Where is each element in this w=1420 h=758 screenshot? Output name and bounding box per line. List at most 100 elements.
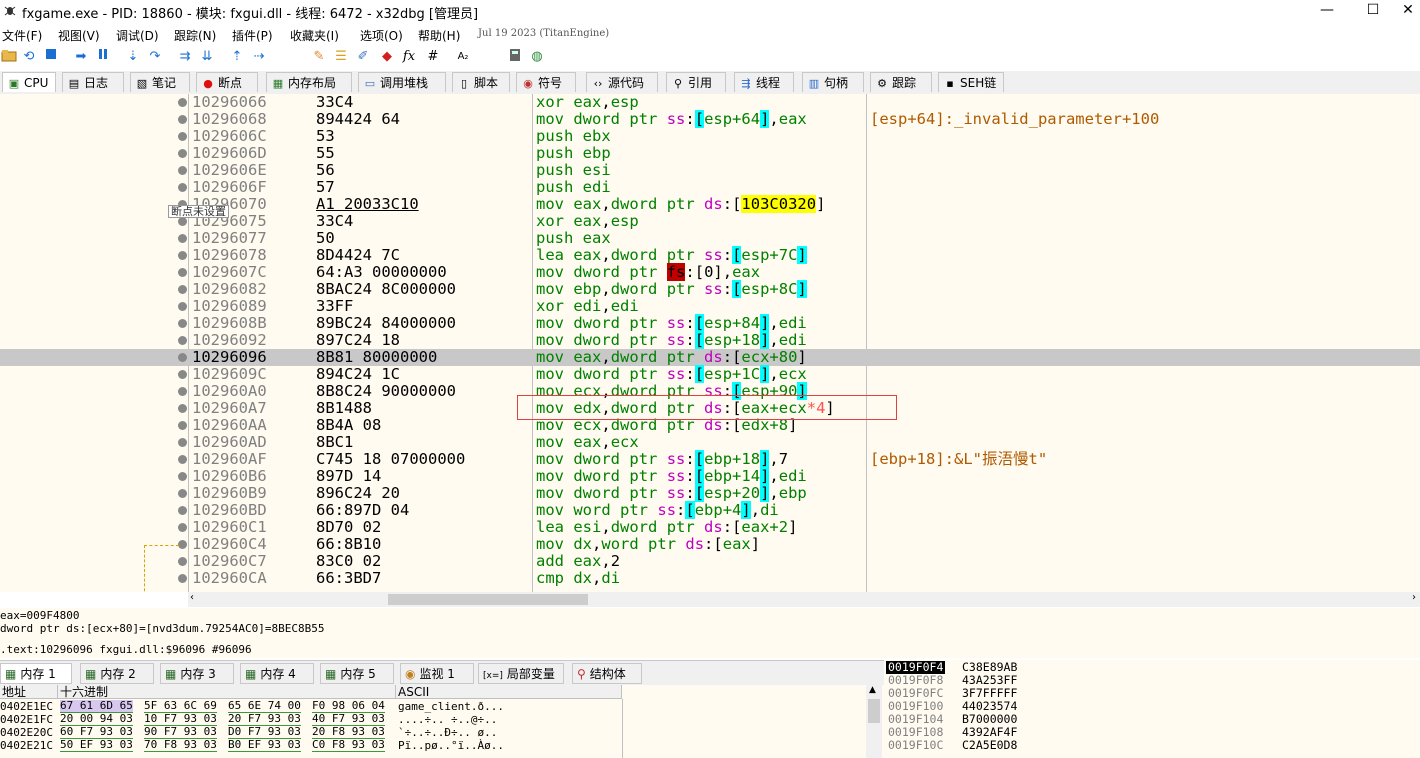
breakpoint-dot-icon[interactable] xyxy=(178,166,187,175)
breakpoint-dot-icon[interactable] xyxy=(178,506,187,515)
tab-memory-3[interactable]: ▦ 内存 3 xyxy=(160,663,234,684)
disasm-row[interactable]: 10296082 8BAC24 8C000000 mov ebp,dword ptr… xyxy=(0,280,1420,298)
disasm-row[interactable]: 10296077 50 push eax xyxy=(0,230,1420,247)
scroll-right-icon[interactable]: › xyxy=(1412,592,1416,603)
tab-locals[interactable]: [x=] 局部变量 xyxy=(478,663,564,684)
tab-threads[interactable]: ⇶ 线程 xyxy=(734,72,794,92)
pause-icon[interactable] xyxy=(94,48,112,66)
step-over-icon[interactable]: ↷ xyxy=(146,48,164,66)
breakpoint-dot-icon[interactable] xyxy=(178,336,187,345)
minimize-button[interactable]: — xyxy=(1304,0,1350,22)
disasm-row[interactable]: 10296089 33FF xor edi,edi xyxy=(0,298,1420,315)
menu-debug[interactable]: 调试(D) xyxy=(116,27,159,44)
tab-memory-1[interactable]: ▦ 内存 1 xyxy=(0,663,72,684)
breakpoint-dot-icon[interactable] xyxy=(178,455,187,464)
breakpoint-dot-icon[interactable] xyxy=(178,98,187,107)
disasm-row[interactable]: 1029607C 64:A3 00000000 mov dword ptr fs:[… xyxy=(0,263,1420,281)
disasm-row[interactable]: 10296068 894424 64 mov dword ptr ss:[esp+6… xyxy=(0,110,1420,128)
disasm-row[interactable]: 102960CA 66:3BD7 cmp dx,di xyxy=(0,570,1420,587)
restart-icon[interactable]: ⟲ xyxy=(20,48,38,66)
dump-header-hex[interactable]: 十六进制 xyxy=(58,685,396,699)
menu-view[interactable]: 视图(V) xyxy=(58,27,100,44)
function-icon[interactable]: fx xyxy=(400,48,418,66)
tab-breakpoints[interactable]: ● 断点 xyxy=(196,72,258,92)
tab-cpu[interactable]: ▣ CPU xyxy=(2,72,56,92)
dump-ascii[interactable]: ....÷.. ÷..@÷.. xyxy=(398,713,497,726)
disasm-row[interactable]: 10296066 33C4 xor eax,esp xyxy=(0,94,1420,111)
stop-icon[interactable] xyxy=(42,48,60,66)
menu-file[interactable]: 文件(F) xyxy=(2,27,42,44)
breakpoint-dot-icon[interactable] xyxy=(178,217,187,226)
breakpoint-dot-icon[interactable] xyxy=(178,557,187,566)
breakpoint-dot-icon[interactable] xyxy=(178,234,187,243)
dump-hex-group[interactable]: 70 F8 93 03 xyxy=(144,739,217,752)
tab-struct[interactable]: ⚲ 结构体 xyxy=(572,663,642,684)
step-into-icon[interactable]: ⇣ xyxy=(124,48,142,66)
disasm-row[interactable]: 1029606E 56 push esi xyxy=(0,162,1420,179)
dump-ascii[interactable]: `÷..÷..Ð÷.. ø.. xyxy=(398,726,497,739)
disasm-row[interactable]: 102960AD 8BC1 mov eax,ecx xyxy=(0,434,1420,451)
breakpoint-dot-icon[interactable] xyxy=(178,489,187,498)
patch-icon[interactable]: ✎ xyxy=(310,48,328,66)
dump-header-ascii[interactable]: ASCII xyxy=(396,685,622,699)
tab-symbols[interactable]: ◉ 符号 xyxy=(516,72,576,92)
dump-hex-group[interactable]: B0 EF 93 03 xyxy=(228,739,301,752)
font-icon[interactable]: A₂ xyxy=(454,48,472,66)
label-icon[interactable]: ✐ xyxy=(354,48,372,66)
dump-hex-group[interactable]: C0 F8 93 03 xyxy=(312,739,385,752)
hash-icon[interactable]: # xyxy=(424,48,442,66)
disasm-row[interactable]: 1029606F 57 push edi xyxy=(0,179,1420,196)
dump-ascii[interactable]: Pï..pø..°ï..Àø.. xyxy=(398,739,504,752)
breakpoint-dot-icon[interactable] xyxy=(178,149,187,158)
disasm-row[interactable]: 102960C1 8D70 02 lea esi,dword ptr ds:[eax… xyxy=(0,519,1420,536)
breakpoint-dot-icon[interactable] xyxy=(178,183,187,192)
breakpoint-dot-icon[interactable] xyxy=(178,404,187,413)
breakpoint-dot-icon[interactable] xyxy=(178,115,187,124)
breakpoint-dot-icon[interactable] xyxy=(178,472,187,481)
dump-row[interactable]: 0402E21C 50 EF 93 03 70 F8 93 03 B0 EF 93 0… xyxy=(0,739,866,752)
disasm-row[interactable]: 1029606C 53 push ebx xyxy=(0,128,1420,145)
tab-memory-5[interactable]: ▦ 内存 5 xyxy=(320,663,394,684)
disasm-row[interactable]: 10296078 8D4424 7C lea eax,dword ptr ss:[e… xyxy=(0,246,1420,264)
scrollbar-thumb[interactable] xyxy=(868,699,880,723)
tab-memory-map[interactable]: ▦ 内存布局 xyxy=(266,72,352,92)
tab-call-stack[interactable]: ▭ 调用堆栈 xyxy=(358,72,446,92)
breakpoint-dot-icon[interactable] xyxy=(178,251,187,260)
disasm-row[interactable]: 1029609C 894C24 1C mov dword ptr ss:[esp+1… xyxy=(0,365,1420,383)
scroll-up-icon[interactable]: ▲ xyxy=(869,685,876,695)
tab-references[interactable]: ⚲ 引用 xyxy=(666,72,726,92)
breakpoint-dot-icon[interactable] xyxy=(178,370,187,379)
disasm-row[interactable]: 102960B6 897D 14 mov dword ptr ss:[ebp+14]… xyxy=(0,467,1420,485)
tab-script[interactable]: ▯ 脚本 xyxy=(452,72,510,92)
tab-watch-1[interactable]: ◉ 监视 1 xyxy=(400,663,474,684)
disasm-row[interactable]: 10296096 8B81 80000000 mov eax,dword ptr d… xyxy=(0,349,1420,366)
tab-handles[interactable]: ▥ 句柄 xyxy=(802,72,864,92)
disasm-row[interactable]: 10296092 897C24 18 mov dword ptr ss:[esp+1… xyxy=(0,331,1420,349)
menu-plugins[interactable]: 插件(P) xyxy=(232,27,273,44)
breakpoint-dot-icon[interactable] xyxy=(178,319,187,328)
tab-trace[interactable]: ⚙ 跟踪 xyxy=(870,72,932,92)
breakpoint-dot-icon[interactable] xyxy=(178,132,187,141)
scroll-left-icon[interactable]: ‹ xyxy=(190,592,194,603)
tab-source[interactable]: ‹› 源代码 xyxy=(586,72,658,92)
breakpoint-dot-icon[interactable] xyxy=(178,438,187,447)
breakpoint-dot-icon[interactable] xyxy=(178,523,187,532)
breakpoint-dot-icon[interactable] xyxy=(178,353,187,362)
menu-trace[interactable]: 跟踪(N) xyxy=(174,27,216,44)
tab-seh-chain[interactable]: ▪ SEH链 xyxy=(938,72,1004,92)
globe-icon[interactable]: ◍ xyxy=(528,48,546,66)
open-icon[interactable] xyxy=(0,48,18,66)
run-to-user-code-icon[interactable]: ⇢ xyxy=(250,48,268,66)
dump-scrollbar[interactable]: ▲ xyxy=(866,685,882,758)
dump-ascii[interactable]: game_client.ð... xyxy=(398,700,504,713)
tab-memory-4[interactable]: ▦ 内存 4 xyxy=(240,663,314,684)
scrollbar-thumb[interactable] xyxy=(388,594,588,605)
breakpoint-dot-icon[interactable] xyxy=(178,285,187,294)
bookmark-icon[interactable]: ◆ xyxy=(378,48,396,66)
disasm-row[interactable]: 102960AF C745 18 07000000 mov dword ptr ss… xyxy=(0,450,1420,468)
stack-view[interactable]: 0019F0F4 C38E89AB 0019F0F8 43A253FF 0019F0FC… xyxy=(884,660,1420,758)
dump-hex-group[interactable]: 50 EF 93 03 xyxy=(60,739,133,752)
trace-over-icon[interactable]: ⇊ xyxy=(198,48,216,66)
trace-into-icon[interactable]: ⇉ xyxy=(176,48,194,66)
dump-header-address[interactable]: 地址 xyxy=(0,685,58,699)
